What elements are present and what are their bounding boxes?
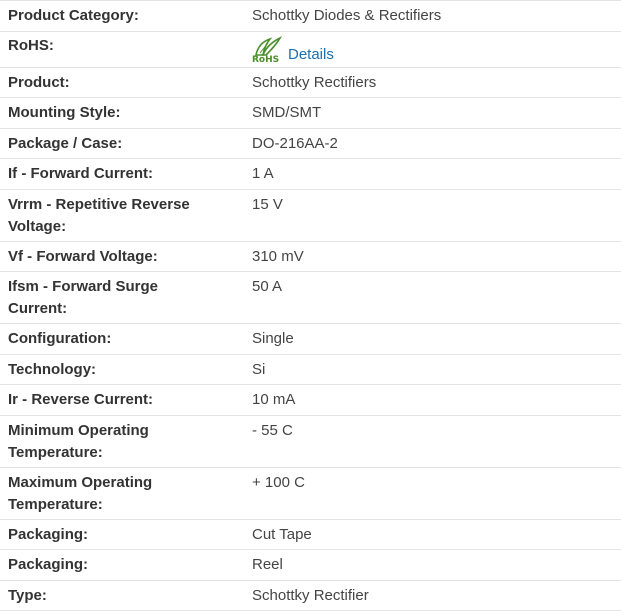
spec-row-technology: Technology: Si	[0, 355, 621, 385]
spec-row-mounting-style: Mounting Style: SMD/SMT	[0, 98, 621, 129]
spec-value: 1 A	[252, 165, 274, 182]
spec-value: 310 mV	[252, 247, 304, 265]
spec-row-product: Product: Schottky Rectifiers	[0, 68, 621, 98]
spec-row-packaging-reel: Packaging: Reel	[0, 550, 621, 581]
spec-label-line: Current:	[8, 300, 68, 317]
spec-value: Cut Tape	[252, 525, 312, 543]
spec-row-type: Type: Schottky Rectifier	[0, 581, 621, 611]
spec-label: Package / Case:	[8, 134, 123, 152]
spec-value: DO-216AA-2	[252, 134, 338, 152]
spec-row-ifsm: Ifsm - Forward Surge Current: 50 A	[0, 272, 621, 324]
spec-label: Minimum Operating Temperature:	[0, 420, 252, 464]
spec-row-configuration: Configuration: Single	[0, 324, 621, 355]
spec-label: Vf - Forward Voltage:	[8, 247, 158, 265]
spec-label-line: Ifsm - Forward Surge	[8, 278, 159, 295]
spec-row-forward-voltage: Vf - Forward Voltage: 310 mV	[0, 242, 621, 272]
spec-label-line: Maximum Operating	[8, 473, 153, 491]
spec-label: Packaging:	[8, 525, 89, 543]
spec-value: - 55 C	[252, 421, 293, 439]
rohs-leaf-icon: RoHS	[252, 35, 284, 65]
spec-label: Packaging:	[8, 556, 89, 573]
spec-table: Product Category: Schottky Diodes & Rect…	[0, 0, 621, 611]
spec-value: 15 V	[252, 195, 283, 213]
spec-row-max-operating-temp: Maximum Operating Temperature: + 100 C	[0, 468, 621, 520]
spec-label: Type:	[8, 586, 47, 604]
spec-value: Schottky Rectifiers	[252, 73, 377, 91]
spec-row-product-category: Product Category: Schottky Diodes & Rect…	[0, 1, 621, 32]
spec-row-package-case: Package / Case: DO-216AA-2	[0, 129, 621, 159]
spec-label: RoHS:	[8, 36, 54, 54]
spec-value: Si	[252, 360, 266, 378]
spec-row-vrrm: Vrrm - Repetitive Reverse Voltage: 15 V	[0, 190, 621, 242]
spec-label: Mounting Style:	[8, 104, 121, 121]
spec-value: Schottky Rectifier	[252, 586, 369, 604]
spec-label-line: Voltage:	[8, 217, 67, 235]
spec-value: Schottky Diodes & Rectifiers	[252, 7, 442, 24]
spec-label: If - Forward Current:	[8, 165, 153, 182]
spec-label: Product:	[8, 73, 70, 91]
spec-label: Ifsm - Forward Surge Current:	[0, 276, 252, 320]
spec-row-forward-current: If - Forward Current: 1 A	[0, 159, 621, 190]
spec-label-line: Minimum Operating	[8, 421, 149, 439]
spec-row-reverse-current: Ir - Reverse Current: 10 mA	[0, 385, 621, 416]
rohs-details-link[interactable]: Details	[288, 46, 334, 64]
spec-value: Single	[252, 330, 294, 347]
spec-value: Reel	[252, 556, 283, 573]
spec-value: SMD/SMT	[252, 104, 322, 121]
spec-value: 50 A	[252, 278, 283, 295]
spec-label: Maximum Operating Temperature:	[0, 472, 252, 516]
spec-label-line: Vrrm - Repetitive Reverse	[8, 195, 190, 213]
spec-row-packaging-cut-tape: Packaging: Cut Tape	[0, 520, 621, 550]
spec-row-min-operating-temp: Minimum Operating Temperature: - 55 C	[0, 416, 621, 468]
spec-label: Technology:	[8, 360, 97, 378]
rohs-cell: RoHS Details	[252, 35, 621, 65]
spec-row-rohs: RoHS: RoHS Details	[0, 32, 621, 68]
spec-label: Product Category:	[8, 7, 139, 24]
spec-label-line: Temperature:	[8, 495, 103, 513]
spec-label: Vrrm - Repetitive Reverse Voltage:	[0, 194, 252, 238]
rohs-logo-text: RoHS	[252, 54, 280, 65]
spec-label: Ir - Reverse Current:	[8, 391, 154, 408]
spec-value: 10 mA	[252, 391, 296, 408]
spec-value: + 100 C	[252, 473, 305, 491]
spec-value: RoHS Details	[252, 35, 621, 65]
spec-label: Configuration:	[8, 330, 112, 347]
spec-label-line: Temperature:	[8, 443, 103, 461]
